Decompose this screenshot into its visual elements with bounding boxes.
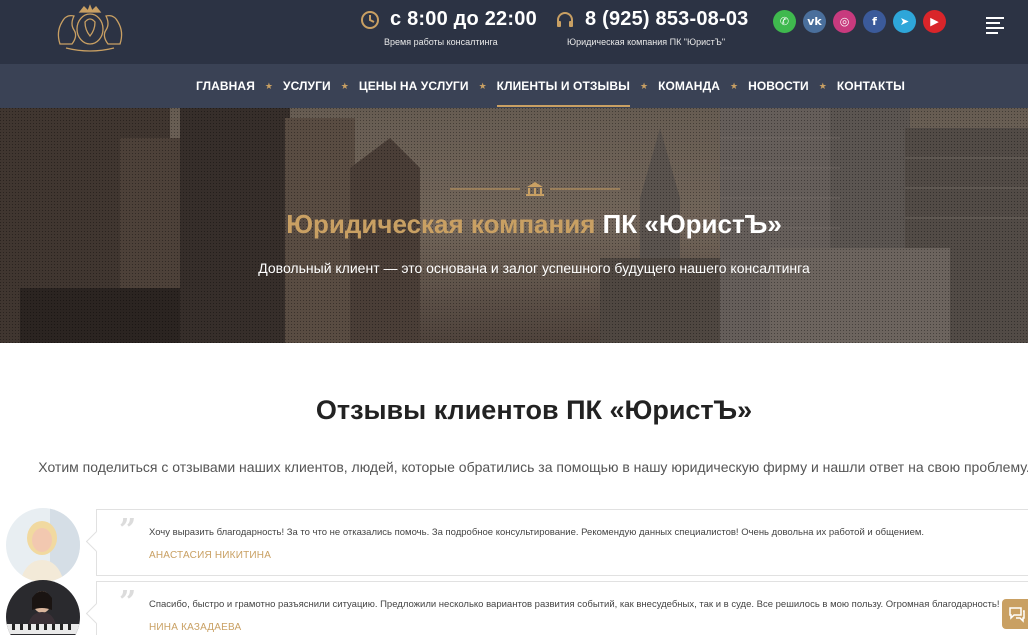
vk-icon[interactable]: vk — [803, 10, 826, 33]
company-logo[interactable] — [52, 4, 128, 54]
nav-item-prices[interactable]: ЦЕНЫ НА УСЛУГИ — [359, 64, 469, 108]
hero-title-white: ПК «ЮристЪ» — [602, 209, 782, 239]
social-links: ✆ vk ◎ f ➤ ▶ — [773, 10, 946, 33]
hours-value: с 8:00 до 22:00 — [390, 8, 537, 30]
nav-separator-star-icon: ★ — [264, 80, 273, 91]
main-nav: ГЛАВНАЯ ★ УСЛУГИ ★ ЦЕНЫ НА УСЛУГИ ★ КЛИЕ… — [0, 64, 1028, 108]
nav-separator-star-icon: ★ — [478, 80, 487, 91]
whatsapp-icon[interactable]: ✆ — [773, 10, 796, 33]
courthouse-divider-icon — [450, 182, 620, 196]
review-text: Спасибо, быстро и грамотно разъяснили си… — [149, 599, 1000, 610]
nav-separator-star-icon: ★ — [818, 80, 827, 91]
review-card: ” Хочу выразить благодарность! За то что… — [96, 509, 1028, 576]
nav-item-home[interactable]: ГЛАВНАЯ — [196, 64, 255, 108]
chat-widget-button[interactable] — [1002, 599, 1028, 629]
phone-caption: Юридическая компания ПК "ЮристЪ" — [567, 37, 726, 47]
reviews-section-intro: Хотим поделиться с отзывами наших клиент… — [38, 459, 1028, 475]
chat-icon — [1009, 607, 1025, 623]
review-author: НИНА КАЗАДАЕВА — [149, 622, 242, 633]
nav-item-services[interactable]: УСЛУГИ — [283, 64, 331, 108]
nav-item-news[interactable]: НОВОСТИ — [748, 64, 809, 108]
hamburger-menu-icon[interactable] — [986, 17, 1004, 35]
nav-item-clients-reviews[interactable]: КЛИЕНТЫ И ОТЗЫВЫ — [496, 64, 631, 108]
working-hours: с 8:00 до 22:00 Время работы консалтинга — [360, 8, 537, 47]
nav-separator-star-icon: ★ — [729, 80, 739, 91]
hero-banner: Юридическая компания ПК «ЮристЪ» Довольн… — [0, 108, 1028, 343]
facebook-icon[interactable]: f — [863, 10, 886, 33]
hours-caption: Время работы консалтинга — [384, 37, 498, 47]
phone-number[interactable]: 8 (925) 853-08-03 — [585, 8, 749, 31]
hero-title: Юридическая компания ПК «ЮристЪ» — [0, 209, 1028, 240]
headset-icon — [557, 11, 573, 27]
quote-icon: ” — [119, 513, 137, 548]
nav-separator-star-icon: ★ — [340, 80, 349, 91]
phone-contact[interactable]: 8 (925) 853-08-03 Юридическая компания П… — [555, 8, 749, 47]
review-author: АНАСТАСИЯ НИКИТИНА — [149, 550, 272, 561]
instagram-icon[interactable]: ◎ — [833, 10, 856, 33]
quote-icon: ” — [119, 585, 137, 620]
youtube-icon[interactable]: ▶ — [923, 10, 946, 33]
clock-icon — [361, 10, 379, 29]
review-card: ” Спасибо, быстро и грамотно разъяснили … — [96, 581, 1028, 635]
telegram-icon[interactable]: ➤ — [893, 10, 916, 33]
reviews-section-title: Отзывы клиентов ПК «ЮристЪ» — [315, 395, 753, 425]
top-header: с 8:00 до 22:00 Время работы консалтинга… — [0, 0, 1028, 64]
nav-item-team[interactable]: КОМАНДА — [658, 64, 720, 108]
avatar — [6, 508, 80, 582]
avatar — [6, 580, 80, 635]
hero-title-gold: Юридическая компания — [286, 209, 596, 239]
nav-separator-star-icon: ★ — [640, 80, 649, 91]
hero-subtitle: Довольный клиент — это основана и залог … — [258, 260, 810, 276]
review-text: Хочу выразить благодарность! За то что н… — [149, 527, 925, 538]
nav-item-contacts[interactable]: КОНТАКТЫ — [837, 64, 905, 108]
